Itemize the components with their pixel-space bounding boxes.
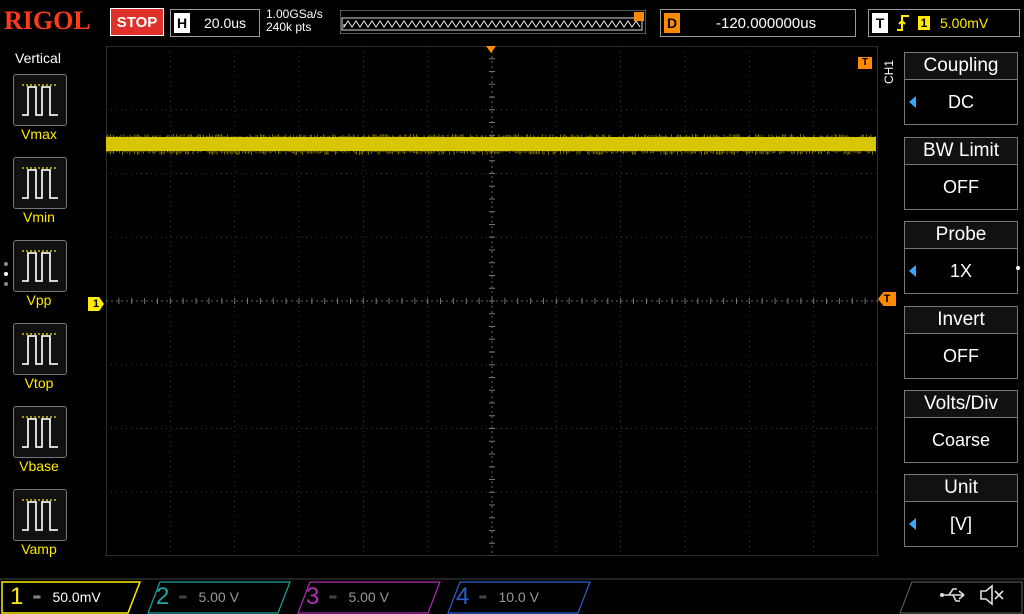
trigger-offset-marker: T xyxy=(858,57,872,69)
delay-letter: D xyxy=(664,13,680,33)
scroll-dot xyxy=(1016,266,1020,270)
measure-button-vmax[interactable] xyxy=(13,74,67,126)
channel-scale: 50.0mV xyxy=(52,589,101,605)
vmin-icon xyxy=(22,167,58,199)
vtop-icon xyxy=(22,333,58,365)
channel-number: 4 xyxy=(456,583,470,610)
menu-value: Coarse xyxy=(931,430,991,450)
speaker-muted-icon[interactable] xyxy=(978,583,1006,607)
waveform-grid[interactable] xyxy=(106,46,878,556)
coupling-dc-icon: ═ xyxy=(33,591,41,603)
trigger-letter: T xyxy=(872,13,888,33)
brand-logo: RIGOL xyxy=(4,6,91,35)
channel-tab-3[interactable]: 3 ═ 5.00 V xyxy=(306,581,389,613)
menu-arrow-icon xyxy=(909,96,916,108)
trigger-pos-icon xyxy=(634,12,644,21)
ch1-ground-marker[interactable]: 1 xyxy=(88,297,104,311)
menu-softkey-bw-limit[interactable]: OFF xyxy=(904,164,1018,210)
menu-softkey-volts-div[interactable]: Coarse xyxy=(904,417,1018,463)
menu-title-invert: Invert xyxy=(904,306,1018,333)
channel-number: 1 xyxy=(10,583,24,610)
scroll-dot xyxy=(4,272,8,276)
delay-value: -120.000000us xyxy=(716,14,817,32)
coupling-dc-icon: ═ xyxy=(479,591,487,603)
scroll-dot xyxy=(4,282,8,286)
measure-button-vbase[interactable] xyxy=(13,406,67,458)
measure-label: Vbase xyxy=(19,458,59,474)
menu-channel-tag: CH1 xyxy=(882,59,896,84)
acquisition-info: 1.00GSa/s 240k pts xyxy=(266,8,323,34)
menu-value: [V] xyxy=(949,514,972,534)
rising-edge-icon xyxy=(897,15,909,31)
memory-depth: 240k pts xyxy=(266,20,312,34)
menu-arrow-icon xyxy=(909,518,916,530)
channel-scale: 5.00 V xyxy=(198,589,239,605)
channel-tab-2[interactable]: 2 ═ 5.00 V xyxy=(156,581,239,613)
left-menu-title: Vertical xyxy=(15,50,61,66)
horizontal-timebase[interactable]: H 20.0us xyxy=(170,9,260,37)
run-stop-status[interactable]: STOP xyxy=(110,8,164,36)
menu-softkey-invert[interactable]: OFF xyxy=(904,333,1018,379)
coupling-dc-icon: ═ xyxy=(329,591,337,603)
menu-title-probe: Probe xyxy=(904,221,1018,248)
trigger-level-marker[interactable]: T xyxy=(878,292,896,306)
trigger-level: 5.00mV xyxy=(940,15,989,31)
measure-label: Vpp xyxy=(26,292,52,308)
measure-button-vpp[interactable] xyxy=(13,240,67,292)
vamp-icon xyxy=(22,499,58,531)
channel-scale: 10.0 V xyxy=(498,589,539,605)
vbase-icon xyxy=(22,416,58,448)
menu-value: 1X xyxy=(949,261,973,281)
coupling-dc-icon: ═ xyxy=(179,591,187,603)
menu-value: OFF xyxy=(943,346,979,366)
menu-title-volts-div: Volts/Div xyxy=(904,390,1018,417)
trigger-position-arrow xyxy=(486,46,496,53)
channel-tab-1[interactable]: 1 ═ 50.0mV xyxy=(10,581,101,613)
menu-value: OFF xyxy=(943,177,979,197)
memory-overview-bar[interactable] xyxy=(340,10,646,34)
menu-title-bw-limit: BW Limit xyxy=(904,137,1018,164)
menu-title-coupling: Coupling xyxy=(904,52,1018,79)
measure-label: Vmin xyxy=(23,209,55,225)
menu-softkey-unit[interactable]: [V] xyxy=(904,501,1018,547)
measure-label: Vtop xyxy=(24,375,54,391)
channel-scale: 5.00 V xyxy=(348,589,389,605)
delay-display[interactable]: D -120.000000us xyxy=(660,9,856,37)
usb-icon xyxy=(940,588,965,602)
measure-button-vmin[interactable] xyxy=(13,157,67,209)
scroll-dot xyxy=(4,262,8,266)
trigger-display[interactable]: T 1 5.00mV xyxy=(868,9,1020,37)
horizontal-letter: H xyxy=(174,13,190,33)
measure-button-vamp[interactable] xyxy=(13,489,67,541)
channel-number: 3 xyxy=(306,583,320,610)
vpp-icon xyxy=(22,250,58,282)
menu-softkey-probe[interactable]: 1X xyxy=(904,248,1018,294)
menu-value: DC xyxy=(948,92,974,112)
menu-arrow-icon xyxy=(909,265,916,277)
channel-tab-4[interactable]: 4 ═ 10.0 V xyxy=(456,581,539,613)
measure-button-vtop[interactable] xyxy=(13,323,67,375)
vmax-icon xyxy=(22,84,58,116)
measure-label: Vmax xyxy=(21,126,57,142)
channel-number: 2 xyxy=(156,583,170,610)
trigger-source: 1 xyxy=(918,16,930,30)
menu-title-unit: Unit xyxy=(904,474,1018,501)
timebase-value: 20.0us xyxy=(204,15,247,31)
measure-label: Vamp xyxy=(21,541,57,557)
menu-softkey-coupling[interactable]: DC xyxy=(904,79,1018,125)
